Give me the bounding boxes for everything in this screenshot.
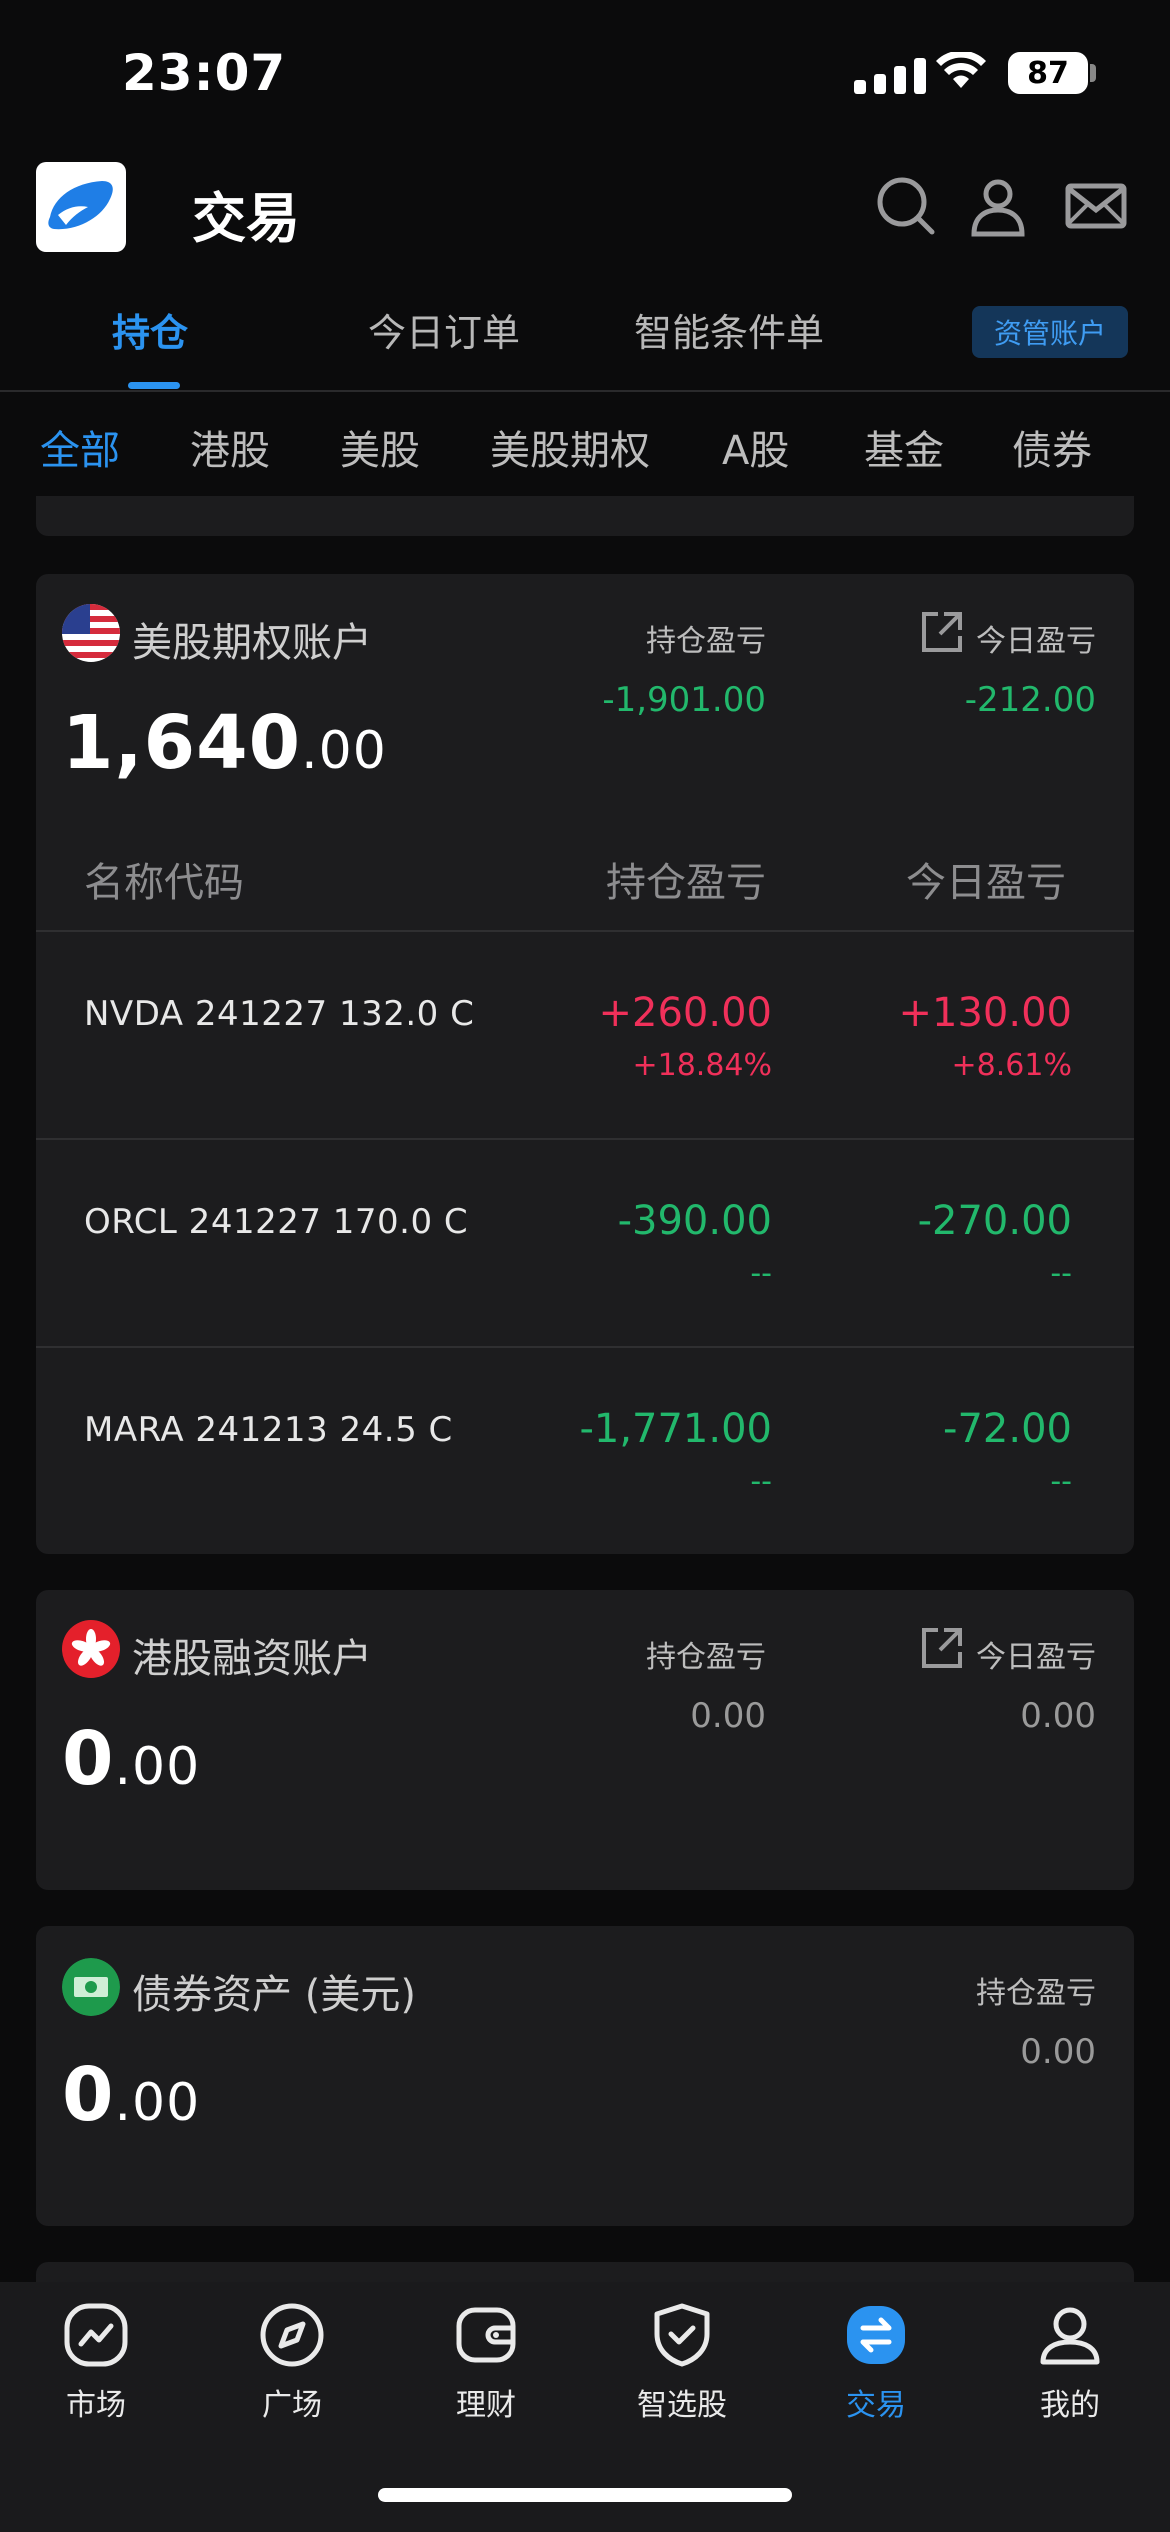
cellular-signal-icon xyxy=(854,58,926,94)
compass-icon xyxy=(260,2303,324,2367)
battery-icon xyxy=(1090,64,1096,82)
app-logo xyxy=(36,162,126,252)
user-icon[interactable] xyxy=(966,174,1030,238)
column-header-day-pl: 今日盈亏 xyxy=(906,860,1066,906)
mail-icon[interactable] xyxy=(1064,174,1128,238)
nav-label: 市场 xyxy=(66,2388,126,2423)
shield-check-icon xyxy=(654,2303,710,2367)
active-tab-indicator xyxy=(128,382,180,389)
hk-margin-position-pl-label: 持仓盈亏 xyxy=(646,1640,766,1675)
position-day-pl: -270.00 xyxy=(917,1198,1072,1244)
hk-margin-account-name: 港股融资账户 xyxy=(132,1636,372,1682)
position-pl-percent: -- xyxy=(750,1256,772,1291)
share-icon[interactable] xyxy=(920,610,964,654)
nav-wealth[interactable]: 理财 xyxy=(416,2300,556,2424)
filter-all[interactable]: 全部 xyxy=(40,418,120,476)
position-day-pl-percent: +8.61% xyxy=(951,1048,1072,1083)
nav-trade[interactable]: 交易 xyxy=(806,2300,946,2424)
position-name: NVDA 241227 132.0 C xyxy=(84,994,475,1034)
tab-smart-orders[interactable]: 智能条件单 xyxy=(634,302,824,357)
filter-us-stocks[interactable]: 美股 xyxy=(340,418,420,476)
bond-total-assets: 0.00 xyxy=(62,2052,201,2138)
position-day-pl: +130.00 xyxy=(898,990,1072,1036)
filter-hk-stocks[interactable]: 港股 xyxy=(190,418,270,476)
position-name: MARA 241213 24.5 C xyxy=(84,1410,453,1450)
hk-margin-position-pl-value: 0.00 xyxy=(690,1696,766,1736)
nav-label: 我的 xyxy=(1040,2388,1100,2423)
nav-label: 理财 xyxy=(456,2388,516,2423)
nav-square[interactable]: 广场 xyxy=(222,2300,362,2424)
search-icon[interactable] xyxy=(874,174,938,238)
user-icon xyxy=(1040,2307,1100,2365)
wifi-icon xyxy=(936,52,986,88)
us-options-day-pl-label: 今日盈亏 xyxy=(976,624,1096,659)
page-title: 交易 xyxy=(192,187,300,250)
position-pl-percent: +18.84% xyxy=(632,1048,772,1083)
position-pl: -1,771.00 xyxy=(579,1406,772,1452)
previous-card-edge xyxy=(36,496,1134,536)
filter-us-options[interactable]: 美股期权 xyxy=(490,418,650,476)
bond-account-name: 债券资产 (美元) xyxy=(132,1972,416,2018)
status-time: 23:07 xyxy=(122,44,287,102)
us-flag-icon xyxy=(62,604,120,662)
us-options-account-name: 美股期权账户 xyxy=(132,620,372,666)
asset-management-button[interactable]: 资管账户 xyxy=(972,306,1128,358)
bond-position-pl-label: 持仓盈亏 xyxy=(976,1976,1096,2011)
hk-flag-icon xyxy=(62,1620,120,1678)
column-header-name: 名称代码 xyxy=(84,860,244,906)
nav-smart-picks[interactable]: 智选股 xyxy=(612,2300,752,2424)
hk-margin-day-pl-label: 今日盈亏 xyxy=(976,1640,1096,1675)
position-pl-percent: -- xyxy=(750,1464,772,1499)
position-day-pl: -72.00 xyxy=(943,1406,1072,1452)
nav-me[interactable]: 我的 xyxy=(1000,2300,1140,2424)
nav-label: 广场 xyxy=(262,2388,322,2423)
money-icon xyxy=(62,1958,120,2016)
tab-today-orders[interactable]: 今日订单 xyxy=(368,302,520,357)
trade-icon xyxy=(847,2306,905,2364)
hk-margin-day-pl-value: 0.00 xyxy=(1020,1696,1096,1736)
nav-market[interactable]: 市场 xyxy=(26,2300,166,2424)
nav-label: 交易 xyxy=(846,2388,906,2423)
hk-margin-total-assets: 0.00 xyxy=(62,1716,201,1802)
position-day-pl-percent: -- xyxy=(1050,1256,1072,1291)
battery-level: 87 xyxy=(1008,52,1088,94)
position-day-pl-percent: -- xyxy=(1050,1464,1072,1499)
filter-a-shares[interactable]: A股 xyxy=(722,418,789,476)
nav-label: 智选股 xyxy=(637,2388,727,2423)
position-name: ORCL 241227 170.0 C xyxy=(84,1202,469,1242)
position-pl: +260.00 xyxy=(598,990,772,1036)
chart-icon xyxy=(64,2303,128,2367)
us-options-position-pl-value: -1,901.00 xyxy=(602,680,766,720)
home-indicator[interactable] xyxy=(378,2488,792,2502)
position-pl: -390.00 xyxy=(617,1198,772,1244)
filter-bonds[interactable]: 债券 xyxy=(1012,418,1092,476)
us-options-total-assets: 1,640.00 xyxy=(62,700,387,786)
filter-funds[interactable]: 基金 xyxy=(864,418,944,476)
column-header-position-pl: 持仓盈亏 xyxy=(606,860,766,906)
us-options-day-pl-value: -212.00 xyxy=(964,680,1096,720)
wallet-icon xyxy=(456,2307,516,2363)
tab-holdings[interactable]: 持仓 xyxy=(112,302,188,357)
us-options-position-pl-label: 持仓盈亏 xyxy=(646,624,766,659)
bond-position-pl-value: 0.00 xyxy=(1020,2032,1096,2072)
share-icon[interactable] xyxy=(920,1626,964,1670)
tabs-divider xyxy=(0,390,1170,392)
